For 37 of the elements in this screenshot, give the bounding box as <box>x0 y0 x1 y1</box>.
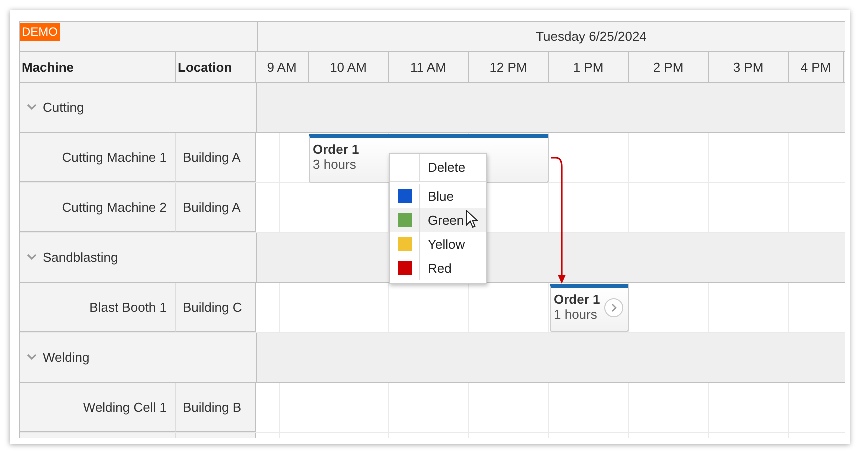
group-name: Welding <box>43 350 90 365</box>
cursor-icon <box>466 210 479 229</box>
menu-item[interactable]: Red <box>390 256 486 280</box>
location-cell: Building C <box>176 283 256 332</box>
hour-header: 10 AM <box>309 52 389 82</box>
menu-item[interactable]: Yellow <box>390 232 486 256</box>
hour-header: 1 PM <box>549 52 629 82</box>
machine-cell: Blast Booth 1 <box>20 283 176 332</box>
location-cell: Building A <box>176 133 256 182</box>
menu-item[interactable]: Delete <box>390 154 486 182</box>
location-cell: Building B <box>176 383 256 432</box>
chevron-icon[interactable] <box>27 254 37 261</box>
group-name: Cutting <box>43 100 84 115</box>
event-title: Order 1 <box>313 142 360 157</box>
menu-item[interactable]: Green <box>390 208 486 232</box>
event-box[interactable]: Order 1 1 hours <box>550 284 629 332</box>
chevron-icon[interactable] <box>27 104 37 111</box>
hour-header: 3 PM <box>709 52 789 82</box>
chevron-right-icon[interactable] <box>604 298 624 318</box>
event-duration: 3 hours <box>313 157 356 172</box>
location-cell: Building A <box>176 183 256 232</box>
chevron-icon[interactable] <box>27 354 37 361</box>
machine-cell: Cutting Machine 2 <box>20 183 176 232</box>
demo-badge: DEMO <box>20 23 60 41</box>
hour-header: 12 PM <box>469 52 549 82</box>
column-header[interactable]: Machine <box>20 52 176 82</box>
column-header[interactable]: Location <box>176 52 256 82</box>
date-header: Tuesday 6/25/2024 <box>258 22 845 51</box>
hour-header: 2 PM <box>629 52 709 82</box>
event-duration: 1 hours <box>554 307 598 322</box>
event-title: Order 1 <box>554 292 600 307</box>
hour-header: 4 PM <box>789 52 844 82</box>
machine-cell: Cutting Machine 1 <box>20 133 176 182</box>
hour-header: 11 AM <box>389 52 469 82</box>
machine-cell: Welding Cell 1 <box>20 383 176 432</box>
group-name: Sandblasting <box>43 250 118 265</box>
hour-header: 9 AM <box>256 52 309 82</box>
